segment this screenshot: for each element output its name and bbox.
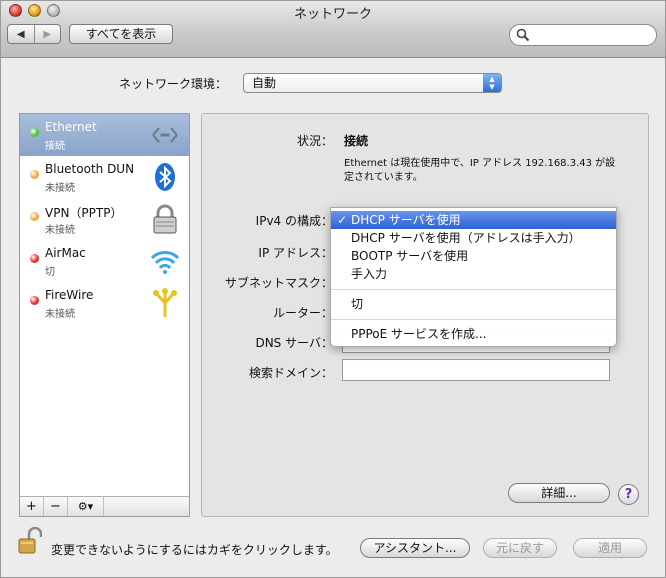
status-dot-icon xyxy=(30,128,39,137)
window-title: ネットワーク xyxy=(293,7,372,22)
remove-service-button[interactable]: − xyxy=(44,497,68,516)
location-popup[interactable]: 自動 ▲ ▼ xyxy=(243,73,502,93)
search-domain-label: 検索ドメイン： xyxy=(248,366,333,380)
status-description-line-1: Ethernet は現在使用中で、IP アドレス 192.168.3.43 が設 xyxy=(344,158,616,169)
forward-icon: ▶ xyxy=(43,28,52,40)
service-name: FireWire xyxy=(45,288,94,302)
menu-item-pppoe[interactable]: PPPoE サービスを作成... xyxy=(331,325,616,343)
search-field[interactable] xyxy=(509,24,657,46)
checkmark-icon: ✓ xyxy=(337,213,348,227)
service-item-vpn-pptp[interactable]: VPN（PPTP） 未接続 xyxy=(20,198,189,240)
toolbar: ネットワーク ◀ ▶ すべてを表示 xyxy=(1,1,665,58)
search-icon xyxy=(516,28,530,42)
apply-button[interactable]: 適用 xyxy=(573,538,647,558)
service-list-toolbar: + − ⚙▾ xyxy=(20,496,189,516)
menu-item-dhcp[interactable]: ✓ DHCP サーバを使用 xyxy=(331,211,616,229)
menu-item-label: 切 xyxy=(351,297,364,311)
wifi-icon xyxy=(149,245,181,277)
firewire-icon xyxy=(149,287,181,319)
status-value: 接続 xyxy=(344,134,369,148)
status-description-line-2: 定されています。 xyxy=(344,172,423,183)
menu-item-off[interactable]: 切 xyxy=(331,295,616,313)
action-menu-button[interactable]: ⚙▾ xyxy=(68,497,104,516)
popup-arrows-icon: ▲ ▼ xyxy=(483,74,501,92)
menu-item-label: DHCP サーバを使用 xyxy=(351,213,461,227)
service-item-airmac[interactable]: AirMac 切 xyxy=(20,240,189,282)
back-icon: ◀ xyxy=(16,28,25,40)
service-status: 未接続 xyxy=(45,309,75,320)
network-preferences-window: ネットワーク ◀ ▶ すべてを表示 ネットワーク環境： 自動 ▲ ▼ Ethern… xyxy=(0,0,666,578)
menu-item-bootp[interactable]: BOOTP サーバを使用 xyxy=(331,247,616,265)
help-button[interactable]: ? xyxy=(618,484,639,505)
lock-open-icon[interactable] xyxy=(18,527,42,555)
back-button[interactable]: ◀ xyxy=(8,25,34,43)
add-service-button[interactable]: + xyxy=(20,497,44,516)
router-label: ルーター： xyxy=(272,306,333,320)
service-name: AirMac xyxy=(45,246,86,260)
service-status: 接続 xyxy=(45,141,65,152)
menu-item-label: 手入力 xyxy=(351,267,388,281)
assistant-button[interactable]: アシスタント... xyxy=(360,538,470,558)
show-all-button[interactable]: すべてを表示 xyxy=(69,24,173,44)
status-dot-icon xyxy=(30,170,39,179)
service-list: Ethernet 接続 Bluetooth DUN 未接続 VPN（PPTP） 未接続 Ai… xyxy=(19,113,190,517)
lock-icon xyxy=(149,203,181,235)
menu-separator xyxy=(331,289,616,290)
menu-item-label: BOOTP サーバを使用 xyxy=(351,249,469,263)
service-name: VPN（PPTP） xyxy=(45,206,123,220)
bluetooth-icon xyxy=(149,161,181,193)
ipv4-config-label: IPv4 の構成： xyxy=(255,214,333,228)
dns-server-label: DNS サーバ： xyxy=(255,336,333,350)
subnet-mask-label: サブネットマスク： xyxy=(224,276,333,290)
menu-separator xyxy=(331,319,616,320)
menu-item-manual[interactable]: 手入力 xyxy=(331,265,616,283)
advanced-button[interactable]: 詳細... xyxy=(508,483,610,503)
menu-item-label: PPPoE サービスを作成... xyxy=(351,327,487,341)
service-name: Bluetooth DUN xyxy=(45,162,135,176)
forward-button[interactable]: ▶ xyxy=(33,25,61,43)
service-status: 切 xyxy=(45,267,55,278)
service-name: Ethernet xyxy=(45,120,97,134)
back-forward-control: ◀ ▶ xyxy=(7,24,61,44)
status-dot-icon xyxy=(30,254,39,263)
service-status: 未接続 xyxy=(45,183,75,194)
ip-address-label: IP アドレス： xyxy=(258,246,333,260)
ipv4-config-menu: ✓ DHCP サーバを使用 DHCP サーバを使用（アドレスは手入力） BOOT… xyxy=(330,207,617,347)
ethernet-icon xyxy=(149,119,181,151)
status-label: 状況： xyxy=(296,134,333,148)
revert-button[interactable]: 元に戻す xyxy=(483,538,557,558)
location-value: 自動 xyxy=(252,76,277,90)
menu-item-dhcp-manual[interactable]: DHCP サーバを使用（アドレスは手入力） xyxy=(331,229,616,247)
service-item-bluetooth-dun[interactable]: Bluetooth DUN 未接続 xyxy=(20,156,189,198)
service-item-firewire[interactable]: FireWire 未接続 xyxy=(20,282,189,324)
search-domain-field[interactable] xyxy=(342,359,610,381)
menu-item-label: DHCP サーバを使用（アドレスは手入力） xyxy=(351,231,581,245)
service-status: 未接続 xyxy=(45,225,75,236)
status-dot-icon xyxy=(30,296,39,305)
service-item-ethernet[interactable]: Ethernet 接続 xyxy=(20,114,189,156)
lock-hint-text: 変更できないようにするにはカギをクリックします。 xyxy=(51,543,338,557)
status-dot-icon xyxy=(30,212,39,221)
location-label: ネットワーク環境： xyxy=(119,77,228,91)
